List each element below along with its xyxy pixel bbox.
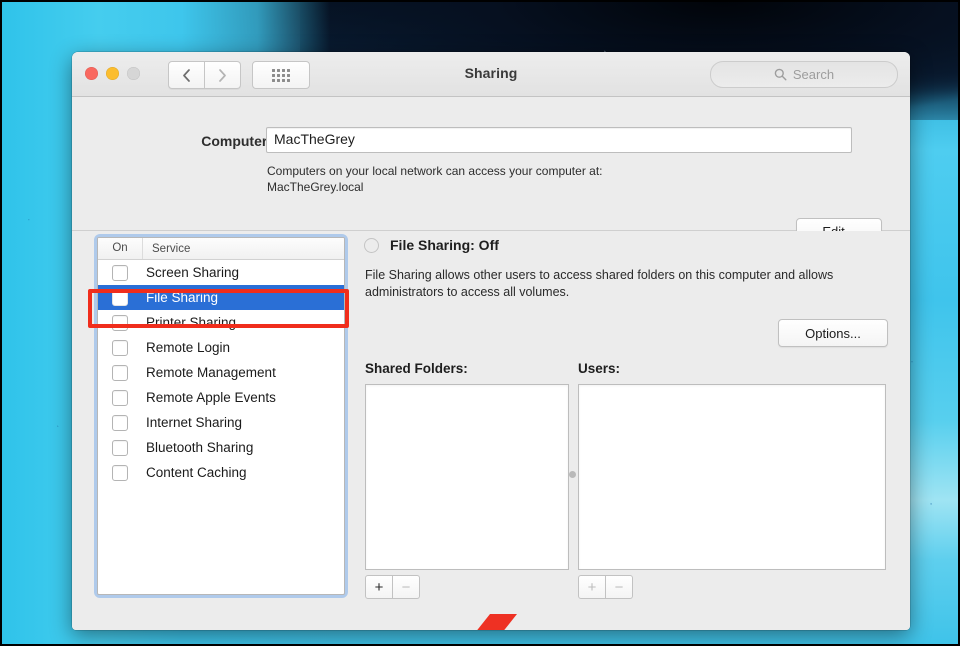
service-rows: Screen Sharing File Sharing Printer Sharin…: [98, 260, 344, 485]
search-placeholder: Search: [792, 67, 835, 82]
service-checkbox-cell: [98, 314, 142, 331]
service-row-file-sharing[interactable]: File Sharing: [98, 285, 344, 310]
service-row-remote-login[interactable]: Remote Login: [98, 335, 344, 360]
service-checkbox[interactable]: [112, 339, 128, 356]
service-checkbox[interactable]: [112, 414, 128, 431]
service-label: Screen Sharing: [146, 265, 240, 280]
search-field[interactable]: Search: [710, 61, 898, 88]
service-checkbox[interactable]: [112, 464, 128, 481]
users-add-button[interactable]: +: [578, 575, 606, 599]
sharing-main-pane: On Service Screen Sharing File Sharing Pri…: [72, 231, 910, 630]
service-checkbox[interactable]: [112, 389, 128, 406]
service-checkbox[interactable]: [112, 264, 128, 281]
search-icon: [774, 68, 787, 81]
column-header-on: On: [98, 238, 143, 259]
service-checkbox-cell: [98, 464, 142, 481]
service-row-printer-sharing[interactable]: Printer Sharing: [98, 310, 344, 335]
service-list-focus-ring: On Service Screen Sharing File Sharing Pri…: [97, 237, 345, 595]
service-label: Remote Login: [146, 340, 231, 355]
service-list[interactable]: On Service Screen Sharing File Sharing Pri…: [97, 237, 345, 595]
shared-folders-label: Shared Folders:: [365, 361, 468, 376]
column-header-service: Service: [152, 242, 191, 255]
computer-name-value: MacTheGrey: [274, 131, 355, 147]
service-checkbox[interactable]: [112, 439, 128, 456]
users-list[interactable]: [578, 384, 886, 570]
service-row-internet-sharing[interactable]: Internet Sharing: [98, 410, 344, 435]
service-checkbox-cell: [98, 389, 142, 406]
service-row-content-caching[interactable]: Content Caching: [98, 460, 344, 485]
service-checkbox-cell: [98, 264, 142, 281]
service-checkbox[interactable]: [112, 289, 128, 306]
service-checkbox-cell: [98, 364, 142, 381]
folders-add-button[interactable]: +: [365, 575, 393, 599]
users-add-remove-group: + −: [578, 575, 633, 599]
service-label: Content Caching: [146, 465, 247, 480]
arrow-shape: [477, 614, 517, 630]
computer-name-note: Computers on your local network can acce…: [267, 163, 737, 195]
shared-folders-list[interactable]: [365, 384, 569, 570]
split-view-handle[interactable]: [569, 471, 576, 478]
service-list-header: On Service: [98, 238, 344, 260]
options-button[interactable]: Options...: [778, 319, 888, 347]
service-label: Remote Apple Events: [146, 390, 276, 405]
service-checkbox-cell: [98, 414, 142, 431]
note-line-1: Computers on your local network can acce…: [267, 164, 603, 178]
computer-name-input[interactable]: MacTheGrey: [266, 127, 852, 153]
service-label: Printer Sharing: [146, 315, 237, 330]
users-label: Users:: [578, 361, 621, 376]
service-checkbox-cell: [98, 339, 142, 356]
file-sharing-status-row: File Sharing: Off: [364, 237, 499, 253]
status-text: File Sharing: Off: [390, 237, 499, 253]
service-checkbox[interactable]: [112, 314, 128, 331]
service-label: Bluetooth Sharing: [146, 440, 254, 455]
users-remove-button[interactable]: −: [606, 575, 633, 599]
shared-folders-add-remove-group: + −: [365, 575, 420, 599]
computer-name-section: Computer Name: MacTheGrey Computers on y…: [72, 97, 910, 245]
service-checkbox-cell: [98, 439, 142, 456]
service-row-remote-apple-events[interactable]: Remote Apple Events: [98, 385, 344, 410]
service-row-bluetooth-sharing[interactable]: Bluetooth Sharing: [98, 435, 344, 460]
service-row-screen-sharing[interactable]: Screen Sharing: [98, 260, 344, 285]
service-label: File Sharing: [146, 290, 219, 305]
status-indicator-icon: [364, 237, 379, 253]
service-checkbox[interactable]: [112, 364, 128, 381]
service-label: Internet Sharing: [146, 415, 243, 430]
service-label: Remote Management: [146, 365, 276, 380]
note-line-2: MacTheGrey.local: [267, 180, 364, 194]
window-titlebar: Sharing Search: [72, 52, 910, 97]
service-checkbox-cell: [98, 289, 142, 306]
folders-remove-button[interactable]: −: [393, 575, 420, 599]
sharing-preferences-window: Sharing Search Computer Name: MacTheGrey…: [72, 52, 910, 630]
service-description: File Sharing allows other users to acces…: [365, 268, 834, 299]
service-row-remote-management[interactable]: Remote Management: [98, 360, 344, 385]
